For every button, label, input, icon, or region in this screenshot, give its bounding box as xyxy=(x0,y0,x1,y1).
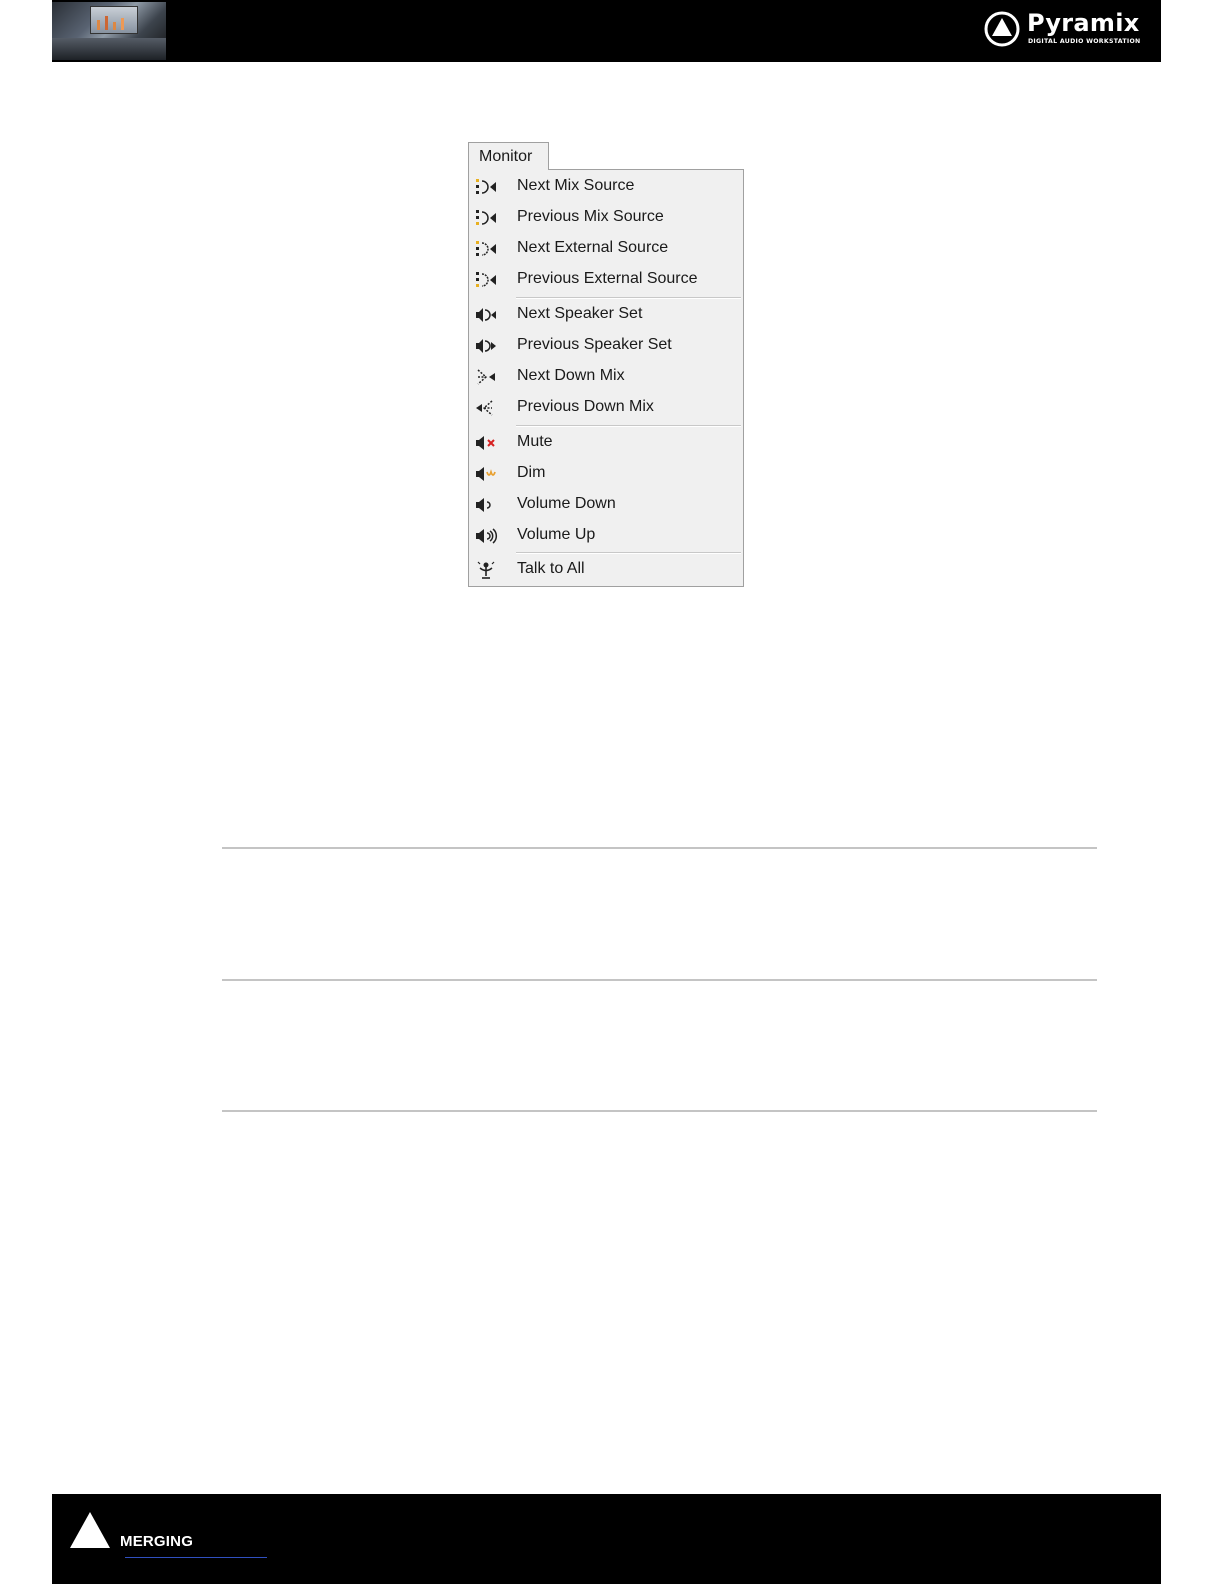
menu-item-label: Volume Up xyxy=(517,526,596,543)
mute-icon xyxy=(476,436,495,450)
menu-item-dim[interactable]: Dim xyxy=(471,459,741,489)
menu-item-next-speaker-set[interactable]: Next Speaker Set xyxy=(471,300,741,330)
header-studio-photo xyxy=(52,2,166,60)
menu-item-label: Mute xyxy=(517,433,553,450)
menu-item-volume-down[interactable]: Volume Down xyxy=(471,490,741,520)
menu-item-label: Previous Mix Source xyxy=(517,208,664,225)
menu-title-tab[interactable]: Monitor xyxy=(468,142,549,170)
mix-source-icon xyxy=(476,179,496,194)
monitor-menu: Next Mix Source Previous Mix Source Next… xyxy=(468,169,744,587)
horizontal-rule xyxy=(222,1110,1097,1112)
menu-item-next-down-mix[interactable]: Next Down Mix xyxy=(471,362,741,392)
speaker-set-icon xyxy=(476,339,496,353)
page-footer: MERGING xyxy=(52,1494,1161,1584)
merging-logo: MERGING xyxy=(70,1512,230,1552)
dim-icon xyxy=(476,467,496,481)
brand-name: Pyramix xyxy=(1027,9,1140,37)
menu-item-label: Next Down Mix xyxy=(517,367,625,384)
horizontal-rule xyxy=(222,979,1097,981)
menu-separator xyxy=(516,297,741,299)
volume-up-icon xyxy=(476,528,498,544)
menu-item-label: Next Speaker Set xyxy=(517,305,643,322)
menu-item-previous-down-mix[interactable]: Previous Down Mix xyxy=(471,393,741,423)
footer-brand-name: MERGING xyxy=(120,1533,194,1550)
down-mix-icon xyxy=(476,400,493,416)
menu-item-label: Previous Speaker Set xyxy=(517,336,672,353)
menu-item-label: Next Mix Source xyxy=(517,177,635,194)
speaker-set-icon xyxy=(476,308,496,322)
volume-down-icon xyxy=(476,498,491,512)
menu-item-talk-to-all[interactable]: Talk to All xyxy=(471,555,741,585)
menu-item-mute[interactable]: Mute xyxy=(471,428,741,458)
brand-tagline: DIGITAL AUDIO WORKSTATION xyxy=(1028,38,1141,45)
page-header: Pyramix DIGITAL AUDIO WORKSTATION xyxy=(52,0,1161,62)
external-source-icon xyxy=(476,272,496,287)
menu-item-previous-mix-source[interactable]: Previous Mix Source xyxy=(471,203,741,233)
menu-item-next-mix-source[interactable]: Next Mix Source xyxy=(471,172,741,202)
footer-link-underline[interactable] xyxy=(125,1557,267,1558)
pyramix-logo: Pyramix DIGITAL AUDIO WORKSTATION xyxy=(983,9,1145,50)
horizontal-rule xyxy=(222,847,1097,849)
menu-item-volume-up[interactable]: Volume Up xyxy=(471,521,741,551)
menu-item-previous-speaker-set[interactable]: Previous Speaker Set xyxy=(471,331,741,361)
external-source-icon xyxy=(476,241,496,256)
menu-separator xyxy=(516,552,741,554)
mix-source-icon xyxy=(476,210,496,225)
menu-item-label: Previous External Source xyxy=(517,270,698,287)
menu-title: Monitor xyxy=(479,148,533,165)
menu-separator xyxy=(516,425,741,427)
menu-item-label: Next External Source xyxy=(517,239,669,256)
menu-item-next-external-source[interactable]: Next External Source xyxy=(471,234,741,264)
menu-item-label: Dim xyxy=(517,464,546,481)
menu-item-label: Talk to All xyxy=(517,560,585,577)
talkback-icon xyxy=(477,561,495,579)
merging-logo-icon xyxy=(70,1512,110,1548)
down-mix-icon xyxy=(477,369,495,385)
menu-item-label: Previous Down Mix xyxy=(517,398,654,415)
menu-item-previous-external-source[interactable]: Previous External Source xyxy=(471,265,741,295)
menu-item-label: Volume Down xyxy=(517,495,616,512)
pyramix-logo-icon xyxy=(984,11,1020,47)
